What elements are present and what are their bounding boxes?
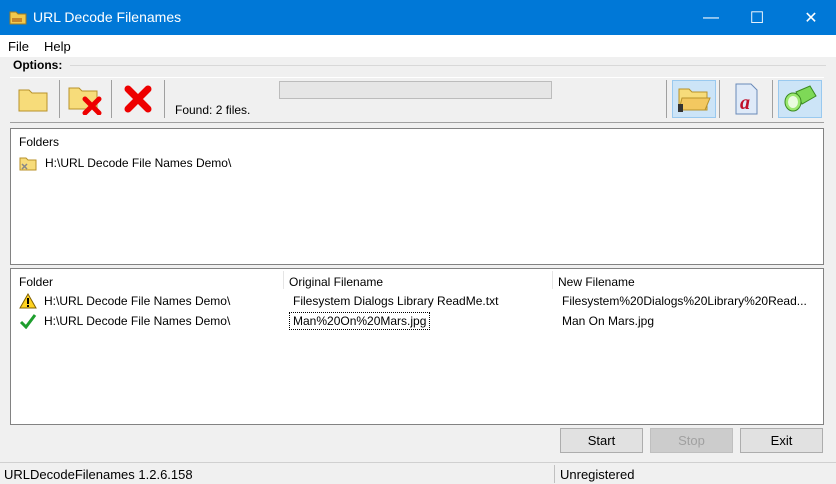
column-divider[interactable] [552, 271, 553, 289]
folders-header: Folders [19, 135, 60, 149]
cell-folder: H:\URL Decode File Names Demo\ [44, 314, 231, 328]
start-button[interactable]: Start [560, 428, 643, 453]
open-folder-icon [678, 88, 711, 112]
add-folder-button[interactable] [13, 80, 53, 118]
list-item[interactable]: H:\URL Decode File Names Demo\ [19, 153, 231, 173]
red-x-icon [124, 85, 152, 113]
warning-icon [19, 293, 37, 309]
font-icon: a [735, 83, 758, 115]
folders-list[interactable]: Folders H:\URL Decode File Names Demo\ [10, 128, 824, 265]
close-button[interactable]: ✕ [788, 0, 834, 35]
options-label: Options: [13, 58, 63, 72]
divider [666, 80, 667, 118]
font-button[interactable]: a [726, 80, 766, 118]
check-icon [19, 314, 37, 329]
cell-new: Filesystem%20Dialogs%20Library%20Read... [562, 294, 807, 308]
app-icon [9, 11, 27, 25]
menu-help[interactable]: Help [44, 39, 71, 54]
menu-file[interactable]: File [8, 39, 29, 54]
table-row[interactable]: H:\URL Decode File Names Demo\ Man%20On%… [11, 311, 823, 331]
minimize-button[interactable]: — [688, 0, 734, 35]
column-divider[interactable] [283, 271, 284, 289]
registration-status: Unregistered [560, 467, 635, 482]
divider [772, 80, 773, 118]
divider [164, 80, 165, 118]
window-title: URL Decode Filenames [33, 9, 182, 25]
clear-button[interactable] [118, 80, 158, 118]
folder-path: H:\URL Decode File Names Demo\ [45, 156, 232, 170]
found-count: Found: 2 files. [175, 103, 251, 117]
column-header-original[interactable]: Original Filename [289, 275, 383, 289]
flashlight-button[interactable] [778, 80, 822, 118]
maximize-button[interactable]: ☐ [734, 0, 780, 35]
progress-bar [279, 81, 552, 99]
cell-new: Man On Mars.jpg [562, 314, 655, 328]
remove-folder-icon [68, 87, 102, 115]
divider [70, 65, 826, 66]
remove-folder-button[interactable] [65, 80, 105, 118]
folder-icon [19, 157, 37, 171]
cell-original: Filesystem Dialogs Library ReadMe.txt [293, 294, 499, 308]
table-row[interactable]: H:\URL Decode File Names Demo\ Filesyste… [11, 291, 823, 311]
column-header-folder[interactable]: Folder [19, 275, 53, 289]
column-header-new[interactable]: New Filename [558, 275, 635, 289]
divider [111, 80, 112, 118]
version-text: URLDecodeFilenames 1.2.6.158 [4, 467, 193, 482]
folder-icon [18, 89, 48, 112]
cell-original[interactable]: Man%20On%20Mars.jpg [289, 312, 431, 330]
exit-button[interactable]: Exit [740, 428, 823, 453]
menu-bar: File Help [0, 35, 836, 57]
divider [719, 80, 720, 118]
svg-text:a: a [740, 92, 750, 114]
status-bar: URLDecodeFilenames 1.2.6.158 Unregistere… [0, 462, 836, 484]
flashlight-icon [784, 85, 817, 112]
title-bar: URL Decode Filenames — ☐ ✕ [0, 0, 836, 35]
divider [59, 80, 60, 118]
open-folder-button[interactable] [672, 80, 716, 118]
cell-folder: H:\URL Decode File Names Demo\ [44, 294, 231, 308]
divider [554, 465, 555, 483]
stop-button[interactable]: Stop [650, 428, 733, 453]
files-table[interactable]: Folder Original Filename New Filename H:… [10, 268, 824, 425]
